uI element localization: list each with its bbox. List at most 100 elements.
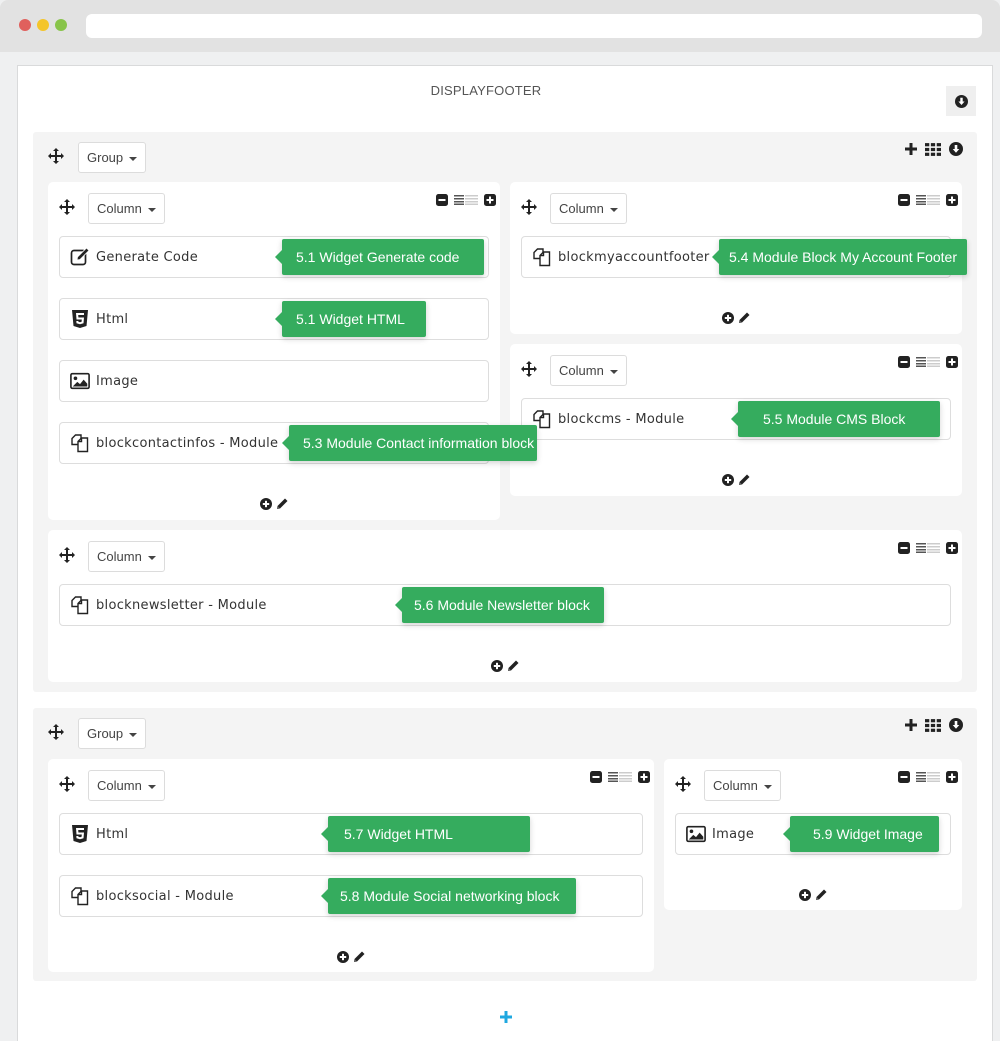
minus-square-icon[interactable] — [436, 194, 448, 206]
move-handle-icon[interactable] — [48, 724, 64, 740]
address-bar[interactable] — [86, 14, 982, 38]
column-footer — [510, 474, 962, 486]
column-toolbar — [898, 771, 958, 783]
module-icon — [70, 886, 90, 906]
arrow-circle-down-icon[interactable] — [949, 718, 963, 732]
plus-square-icon[interactable] — [946, 194, 958, 206]
move-handle-icon[interactable] — [59, 547, 75, 563]
move-handle-icon[interactable] — [59, 199, 75, 215]
column-toolbar — [898, 194, 958, 206]
column-dropdown-label: Column — [97, 549, 142, 564]
annotation-tip: 5.9 Widget Image — [783, 816, 939, 852]
move-handle-icon[interactable] — [48, 148, 64, 164]
add-widget-icon[interactable] — [799, 889, 811, 901]
hook-toggle-button[interactable] — [946, 86, 976, 116]
column-width-icon — [608, 772, 632, 782]
annotation-tip: 5.6 Module Newsletter block — [395, 587, 604, 623]
hook-panel: DISPLAYFOOTER Group Column Generate Code… — [17, 65, 993, 1041]
hook-title: DISPLAYFOOTER — [430, 83, 542, 98]
minus-square-icon[interactable] — [898, 194, 910, 206]
widget-name: Image — [712, 826, 755, 842]
column-dropdown-label: Column — [713, 778, 758, 793]
group-dropdown[interactable]: Group — [78, 142, 147, 173]
column-width-icon — [916, 543, 940, 553]
group-2: Group Column Html 5.7 Widget HTML blocks… — [33, 708, 977, 981]
grid-icon[interactable] — [925, 719, 941, 732]
html5-icon — [72, 310, 88, 328]
browser-chrome — [0, 0, 1000, 52]
column-dropdown[interactable]: Column — [88, 541, 165, 572]
plus-icon[interactable] — [905, 719, 917, 731]
group-dropdown[interactable]: Group — [78, 718, 147, 749]
annotation-tip: 5.8 Module Social networking block — [321, 878, 576, 914]
widget-item[interactable]: Image — [59, 360, 489, 402]
group-dropdown-label: Group — [87, 726, 124, 741]
plus-square-icon[interactable] — [946, 356, 958, 368]
column-footer — [48, 498, 500, 510]
add-widget-icon[interactable] — [337, 951, 349, 963]
html5-icon — [72, 825, 88, 843]
add-widget-icon[interactable] — [260, 498, 272, 510]
column-dropdown[interactable]: Column — [550, 355, 627, 386]
annotation-tip: 5.1 Widget Generate code — [275, 239, 484, 275]
column-width-icon — [916, 357, 940, 367]
plus-square-icon[interactable] — [484, 194, 496, 206]
group-toolbar — [905, 142, 963, 156]
image-icon — [686, 825, 706, 843]
plus-icon[interactable] — [905, 143, 917, 155]
column-width-icon — [454, 195, 478, 205]
widget-name: blockcms - Module — [558, 411, 685, 427]
pencil-icon[interactable] — [815, 889, 827, 901]
module-icon — [532, 247, 552, 267]
plus-square-icon[interactable] — [946, 542, 958, 554]
pencil-icon[interactable] — [507, 660, 519, 672]
maximize-window-dot[interactable] — [55, 19, 67, 31]
column-dropdown[interactable]: Column — [704, 770, 781, 801]
close-window-dot[interactable] — [19, 19, 31, 31]
column-footer — [664, 889, 962, 901]
annotation-tip: 5.7 Widget HTML — [321, 816, 530, 852]
grid-icon[interactable] — [925, 143, 941, 156]
column-width-icon — [916, 772, 940, 782]
move-handle-icon[interactable] — [59, 776, 75, 792]
add-widget-icon[interactable] — [722, 312, 734, 324]
group-toolbar — [905, 718, 963, 732]
column-toolbar — [898, 356, 958, 368]
column-dropdown-label: Column — [559, 363, 604, 378]
pencil-icon[interactable] — [738, 312, 750, 324]
annotation-tip: 5.3 Module Contact information block — [282, 425, 537, 461]
minus-square-icon[interactable] — [898, 542, 910, 554]
widget-name: blockcontactinfos - Module — [96, 435, 279, 451]
pencil-icon[interactable] — [276, 498, 288, 510]
move-handle-icon[interactable] — [521, 199, 537, 215]
pencil-icon[interactable] — [353, 951, 365, 963]
column-footer — [48, 951, 654, 963]
plus-square-icon[interactable] — [638, 771, 650, 783]
add-widget-icon[interactable] — [722, 474, 734, 486]
plus-square-icon[interactable] — [946, 771, 958, 783]
minimize-window-dot[interactable] — [37, 19, 49, 31]
group-1: Group Column Generate Code 5.1 Widget Ge… — [33, 132, 977, 692]
move-handle-icon[interactable] — [675, 776, 691, 792]
column-dropdown-label: Column — [97, 778, 142, 793]
column-dropdown[interactable]: Column — [550, 193, 627, 224]
pencil-icon[interactable] — [738, 474, 750, 486]
minus-square-icon[interactable] — [898, 771, 910, 783]
caret-down-icon — [147, 784, 156, 789]
column-footer — [48, 660, 962, 672]
minus-square-icon[interactable] — [898, 356, 910, 368]
minus-square-icon[interactable] — [590, 771, 602, 783]
caret-down-icon — [763, 784, 772, 789]
add-group-plus-icon[interactable] — [500, 1011, 512, 1023]
column-dropdown[interactable]: Column — [88, 193, 165, 224]
column-6: Column Image 5.9 Widget Image — [664, 759, 962, 910]
arrow-circle-down-icon — [955, 95, 968, 108]
move-handle-icon[interactable] — [521, 361, 537, 377]
add-widget-icon[interactable] — [491, 660, 503, 672]
arrow-circle-down-icon[interactable] — [949, 142, 963, 156]
module-icon — [70, 595, 90, 615]
caret-down-icon — [129, 732, 138, 737]
column-5: Column Html 5.7 Widget HTML blocksocial … — [48, 759, 654, 972]
widget-name: blocksocial - Module — [96, 888, 234, 904]
column-dropdown[interactable]: Column — [88, 770, 165, 801]
